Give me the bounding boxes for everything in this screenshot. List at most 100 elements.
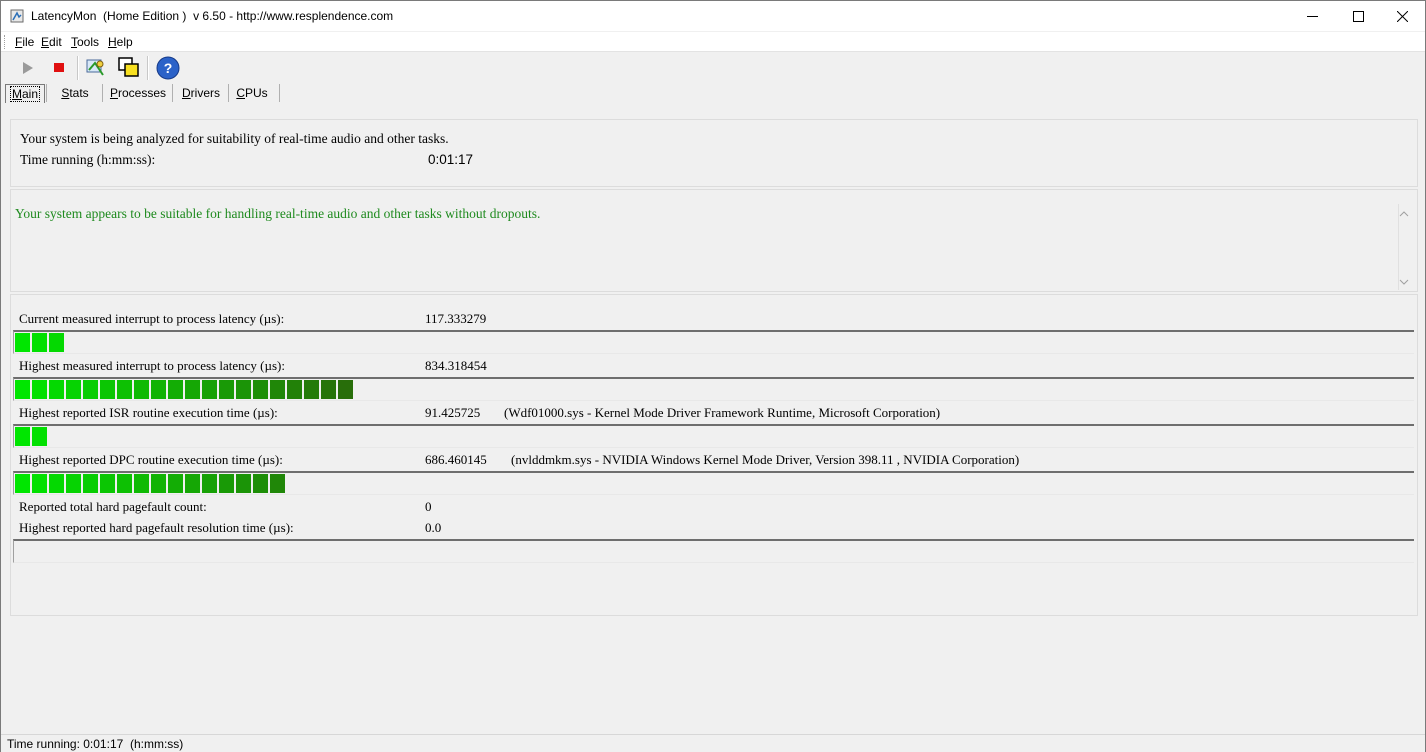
tab-separator <box>228 84 229 102</box>
chevron-down-icon[interactable] <box>1399 278 1409 286</box>
bar-segment <box>287 380 302 399</box>
chevron-up-icon[interactable] <box>1399 210 1409 218</box>
pagefault-count-value: 0 <box>425 499 432 514</box>
windows-icon <box>118 57 139 77</box>
bar-segment <box>49 333 64 352</box>
highest-latency-fill <box>15 380 355 399</box>
menu-tools[interactable]: Tools <box>71 35 99 49</box>
menu-file[interactable]: File <box>15 35 34 49</box>
title-bar[interactable]: LatencyMon (Home Edition ) v 6.50 - http… <box>1 1 1425 31</box>
bar-segment <box>270 380 285 399</box>
stop-button[interactable] <box>46 55 72 81</box>
isr-driver: (Wdf01000.sys - Kernel Mode Driver Frame… <box>504 405 941 420</box>
dpc-bar <box>13 471 1414 495</box>
dpc-fill <box>15 474 287 493</box>
isr-bar <box>13 424 1414 448</box>
pagefault-time-label: Highest reported hard pagefault resoluti… <box>19 520 294 535</box>
isr-value: 91.425725 <box>425 405 481 420</box>
bar-segment <box>32 380 47 399</box>
tab-cpus[interactable]: CPUs <box>233 84 271 102</box>
menu-bar: File Edit Tools Help <box>1 32 1425 52</box>
bar-segment <box>321 380 336 399</box>
status-bar-text: Time running: 0:01:17 (h:mm:ss) <box>7 737 184 751</box>
bar-segment <box>66 380 81 399</box>
bar-segment <box>15 427 30 446</box>
time-running-value: 0:01:17 <box>428 152 474 167</box>
dpc-label: Highest reported DPC routine execution t… <box>19 452 283 467</box>
app-window: LatencyMon (Home Edition ) v 6.50 - http… <box>0 0 1426 752</box>
pagefault-time-bar <box>13 539 1414 563</box>
bar-segment <box>134 474 149 493</box>
current-latency-bar <box>13 330 1414 354</box>
toolbar: ? <box>1 52 1425 82</box>
stop-icon <box>54 63 64 72</box>
toolbar-separator <box>77 56 79 80</box>
minimize-icon <box>1307 16 1318 17</box>
bar-segment <box>100 380 115 399</box>
bar-segment <box>270 474 285 493</box>
maximize-button[interactable] <box>1335 1 1381 31</box>
help-button[interactable]: ? <box>155 55 181 81</box>
isr-label: Highest reported ISR routine execution t… <box>19 405 278 420</box>
close-icon <box>1397 11 1408 22</box>
tab-separator <box>172 84 173 102</box>
close-button[interactable] <box>1379 1 1425 31</box>
menu-help[interactable]: Help <box>108 35 133 49</box>
start-button[interactable] <box>15 55 41 81</box>
minimize-button[interactable] <box>1289 1 1335 31</box>
tab-strip: Main Stats Processes Drivers CPUs <box>1 82 1425 104</box>
bar-segment <box>253 380 268 399</box>
bar-segment <box>117 474 132 493</box>
status-panel: Your system is being analyzed for suitab… <box>10 119 1418 187</box>
analyze-button[interactable] <box>83 55 109 81</box>
highest-latency-label: Highest measured interrupt to process la… <box>19 358 285 373</box>
time-running-label: Time running (h:mm:ss): <box>20 152 156 167</box>
windows-button[interactable] <box>116 55 142 81</box>
bar-segment <box>49 380 64 399</box>
bar-segment <box>219 474 234 493</box>
analysis-message: Your system is being analyzed for suitab… <box>20 131 449 146</box>
app-icon <box>10 9 24 23</box>
verdict-message: Your system appears to be suitable for h… <box>15 206 541 221</box>
status-bar: Time running: 0:01:17 (h:mm:ss) <box>1 734 1425 752</box>
verdict-panel: Your system appears to be suitable for h… <box>10 189 1418 292</box>
bar-segment <box>202 380 217 399</box>
play-icon <box>23 62 33 74</box>
tab-processes[interactable]: Processes <box>107 84 169 102</box>
bar-segment <box>49 474 64 493</box>
bar-segment <box>253 474 268 493</box>
bar-segment <box>202 474 217 493</box>
bar-segment <box>15 474 30 493</box>
bar-segment <box>32 474 47 493</box>
tab-stats[interactable]: Stats <box>53 84 97 102</box>
bar-segment <box>168 380 183 399</box>
menu-edit[interactable]: Edit <box>41 35 62 49</box>
pagefault-count-label: Reported total hard pagefault count: <box>19 499 207 514</box>
toolbar-separator <box>147 56 149 80</box>
tab-main[interactable]: Main <box>5 84 45 103</box>
verdict-scrollbar[interactable] <box>1398 204 1417 290</box>
highest-latency-value: 834.318454 <box>425 358 487 373</box>
bar-segment <box>15 333 30 352</box>
maximize-icon <box>1353 11 1364 22</box>
bar-segment <box>100 474 115 493</box>
bar-segment <box>32 333 47 352</box>
dpc-driver: (nvlddmkm.sys - NVIDIA Windows Kernel Mo… <box>511 452 1020 467</box>
dpc-value: 686.460145 <box>425 452 487 467</box>
analyze-icon <box>86 59 104 76</box>
help-icon: ? <box>156 56 180 80</box>
bar-segment <box>15 380 30 399</box>
bar-segment <box>83 474 98 493</box>
window-title: LatencyMon (Home Edition ) v 6.50 - http… <box>31 9 394 23</box>
bar-segment <box>66 474 81 493</box>
bar-segment <box>151 474 166 493</box>
isr-fill <box>15 427 49 446</box>
tab-separator <box>46 84 47 102</box>
pagefault-time-value: 0.0 <box>425 520 442 535</box>
bar-segment <box>219 380 234 399</box>
current-latency-fill <box>15 333 66 352</box>
bar-segment <box>32 427 47 446</box>
tab-drivers[interactable]: Drivers <box>178 84 224 102</box>
bar-segment <box>338 380 353 399</box>
highest-latency-bar <box>13 377 1414 401</box>
